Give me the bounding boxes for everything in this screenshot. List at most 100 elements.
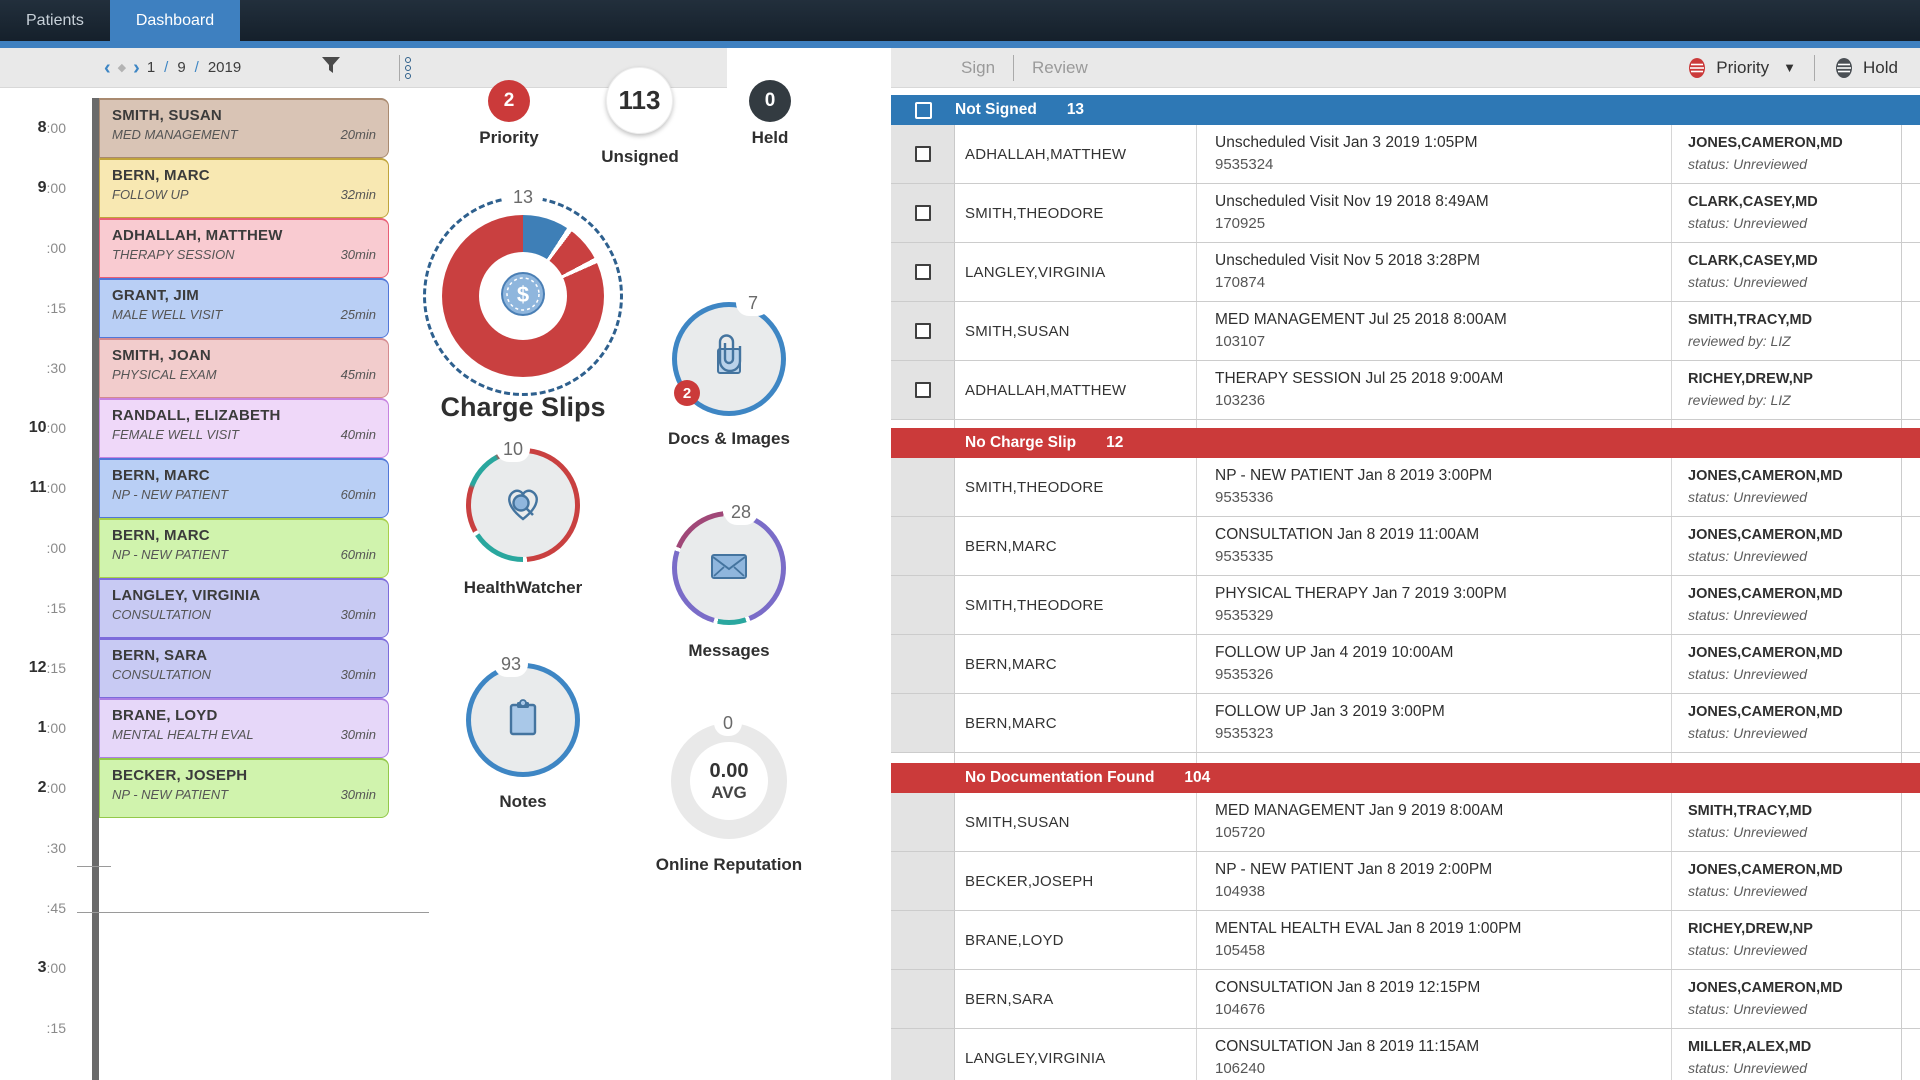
patient-name: SMITH,THEODORE — [955, 576, 1197, 634]
appointment-type: MALE WELL VISIT — [112, 307, 223, 322]
patient-name: BERN,MARC — [955, 517, 1197, 575]
next-day-icon[interactable]: › — [133, 58, 140, 78]
provider-name: JONES,CAMERON,MD — [1688, 704, 1843, 720]
appointment-card[interactable]: BERN, SARA CONSULTATION 30min — [99, 638, 389, 698]
table-row[interactable]: BECKER,JOSEPH NP - NEW PATIENT Jan 8 201… — [891, 852, 1920, 911]
held-counter[interactable]: 0 — [749, 80, 791, 122]
appointment-card[interactable]: RANDALL, ELIZABETH FEMALE WELL VISIT 40m… — [99, 398, 389, 458]
appointment-duration: 60min — [340, 547, 376, 562]
online-reputation-label: Online Reputation — [655, 855, 803, 874]
row-checkbox[interactable] — [914, 146, 931, 162]
priority-counter[interactable]: 2 — [488, 80, 530, 122]
visit-id: 103236 — [1215, 392, 1266, 409]
visit-id: 103107 — [1215, 333, 1266, 350]
section-header-no-documentation: No Documentation Found 104 — [891, 763, 1920, 793]
toolbar-divider — [1013, 54, 1015, 81]
visit-description: CONSULTATION Jan 8 2019 11:15AM — [1215, 1038, 1480, 1055]
date-day[interactable]: 9 — [177, 59, 185, 76]
patient-name: LANGLEY,VIRGINIA — [955, 243, 1197, 301]
appointment-card[interactable]: BRANE, LOYD MENTAL HEALTH EVAL 30min — [99, 698, 389, 758]
accent-strip — [0, 41, 1920, 48]
table-row[interactable]: BERN,MARC CONSULTATION Jan 8 2019 11:00A… — [891, 517, 1920, 576]
appointment-card[interactable]: LANGLEY, VIRGINIA CONSULTATION 30min — [99, 578, 389, 638]
unsigned-counter[interactable]: 113 — [606, 67, 673, 134]
table-row[interactable]: SMITH,THEODORE Unscheduled Visit Nov 19 … — [891, 184, 1920, 243]
visit-description: MED MANAGEMENT Jul 25 2018 8:00AM — [1215, 311, 1507, 328]
appointment-card[interactable]: BERN, MARC FOLLOW UP 32min — [99, 158, 389, 218]
select-all-checkbox[interactable] — [914, 101, 932, 119]
table-row[interactable]: BRANE,LOYD MENTAL HEALTH EVAL Jan 8 2019… — [891, 911, 1920, 970]
appointment-card[interactable]: BERN, MARC NP - NEW PATIENT 60min — [99, 458, 389, 518]
appointment-card[interactable]: BERN, MARC NP - NEW PATIENT 60min — [99, 518, 389, 578]
appointment-card[interactable]: SMITH, SUSAN MED MANAGEMENT 20min — [99, 98, 389, 158]
filter-icon[interactable] — [319, 53, 343, 82]
tab-dashboard[interactable]: Dashboard — [109, 0, 241, 41]
notes-widget[interactable]: 93 — [466, 651, 580, 777]
appointment-type: CONSULTATION — [112, 607, 211, 622]
appointment-duration: 30min — [340, 727, 376, 742]
online-reputation-widget[interactable]: 0.00 AVG — [671, 723, 787, 839]
date-year[interactable]: 2019 — [208, 59, 241, 76]
review-status: reviewed by: LIZ — [1688, 333, 1791, 349]
clipboard-icon — [499, 694, 547, 747]
tab-patients[interactable]: Patients — [0, 0, 110, 41]
no-charge-slip-rows: SMITH,THEODORE NP - NEW PATIENT Jan 8 20… — [891, 458, 1920, 753]
provider-name: JONES,CAMERON,MD — [1688, 527, 1843, 543]
tab-review[interactable]: Review — [1032, 58, 1088, 78]
grid-tick — [77, 912, 429, 913]
row-checkbox[interactable] — [914, 264, 931, 280]
tab-sign[interactable]: Sign — [961, 58, 995, 78]
appointment-card[interactable]: GRANT, JIM MALE WELL VISIT 25min — [99, 278, 389, 338]
held-label: Held — [751, 128, 789, 147]
appointment-patient: BECKER, JOSEPH — [112, 767, 248, 784]
table-row[interactable]: SMITH,SUSAN MED MANAGEMENT Jan 9 2019 8:… — [891, 793, 1920, 852]
row-checkbox[interactable] — [914, 323, 931, 339]
charge-slips-donut[interactable]: $ — [442, 215, 604, 377]
row-checkbox[interactable] — [914, 382, 931, 398]
appointment-duration: 30min — [340, 607, 376, 622]
table-row[interactable]: ADHALLAH,MATTHEW Unscheduled Visit Jan 3… — [891, 125, 1920, 184]
docs-images-widget[interactable]: 7 2 — [672, 290, 786, 416]
grip-handle-icon[interactable] — [405, 56, 412, 79]
appointment-duration: 20min — [340, 127, 376, 142]
review-status: status: Unreviewed — [1688, 942, 1808, 958]
table-row[interactable]: BERN,SARA CONSULTATION Jan 8 2019 12:15P… — [891, 970, 1920, 1029]
table-row[interactable]: SMITH,THEODORE NP - NEW PATIENT Jan 8 20… — [891, 458, 1920, 517]
table-row[interactable]: LANGLEY,VIRGINIA CONSULTATION Jan 8 2019… — [891, 1029, 1920, 1080]
row-checkbox[interactable] — [914, 205, 931, 221]
chevron-down-icon[interactable]: ▼ — [1783, 60, 1796, 75]
appointment-patient: BERN, MARC — [112, 527, 210, 544]
section-title: No Charge Slip — [965, 434, 1077, 451]
prev-day-icon[interactable]: ‹ — [104, 58, 111, 78]
time-label: 1:00 — [37, 719, 66, 736]
appointment-card[interactable]: ADHALLAH, MATTHEW THERAPY SESSION 30min — [99, 218, 389, 278]
visit-description: Unscheduled Visit Nov 19 2018 8:49AM — [1215, 193, 1489, 210]
date-month[interactable]: 1 — [147, 59, 155, 76]
table-row[interactable]: ADHALLAH,MATTHEW THERAPY SESSION Jul 25 … — [891, 361, 1920, 420]
patient-name: LANGLEY,VIRGINIA — [955, 1029, 1197, 1080]
review-panel: Sign Review Priority ▼ Hold Not Signed 1… — [891, 48, 1920, 1080]
appointment-patient: BERN, SARA — [112, 647, 208, 664]
appointment-card[interactable]: BECKER, JOSEPH NP - NEW PATIENT 30min — [99, 758, 389, 818]
review-status: status: Unreviewed — [1688, 489, 1808, 505]
section-title: Not Signed — [955, 101, 1037, 118]
time-label: :00 — [46, 240, 66, 256]
charge-slips-count: 13 — [503, 184, 543, 210]
time-label: :15 — [46, 1020, 66, 1036]
healthwatcher-widget[interactable]: 10 — [466, 436, 580, 562]
patient-name: SMITH,SUSAN — [955, 793, 1197, 851]
appointment-type: NP - NEW PATIENT — [112, 787, 229, 802]
date-navigation: ‹ ◆ › 1 / 9 / 2019 — [104, 58, 241, 78]
table-row[interactable]: SMITH,SUSAN MED MANAGEMENT Jul 25 2018 8… — [891, 302, 1920, 361]
table-row[interactable]: BERN,MARC FOLLOW UP Jan 4 2019 10:00AM 9… — [891, 635, 1920, 694]
hold-filter-button[interactable]: Hold — [1833, 57, 1898, 79]
priority-filter-button[interactable]: Priority ▼ — [1686, 57, 1796, 79]
table-row[interactable]: LANGLEY,VIRGINIA Unscheduled Visit Nov 5… — [891, 243, 1920, 302]
appointment-type: FOLLOW UP — [112, 187, 189, 202]
table-row[interactable]: BERN,MARC FOLLOW UP Jan 3 2019 3:00PM 95… — [891, 694, 1920, 753]
table-row[interactable]: SMITH,THEODORE PHYSICAL THERAPY Jan 7 20… — [891, 576, 1920, 635]
appointment-card[interactable]: SMITH, JOAN PHYSICAL EXAM 45min — [99, 338, 389, 398]
priority-label: Priority — [479, 128, 539, 147]
messages-widget[interactable]: 28 — [672, 499, 786, 625]
today-icon[interactable]: ◆ — [118, 61, 126, 74]
